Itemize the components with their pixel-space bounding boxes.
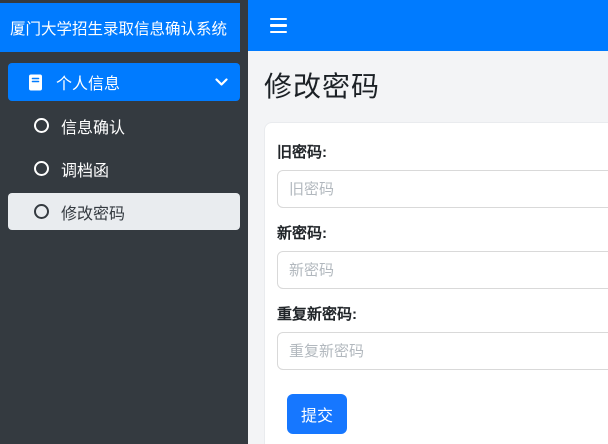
hamburger-icon[interactable]	[268, 14, 289, 38]
new-password-field[interactable]	[277, 251, 608, 289]
sidebar-item-label: 个人信息	[56, 70, 120, 94]
sidebar-item-label: 信息确认	[61, 114, 125, 138]
sidebar-item-label: 调档函	[61, 157, 109, 181]
sidebar-item-info-confirm[interactable]: 信息确认	[8, 107, 240, 144]
submit-button[interactable]: 提交	[287, 394, 347, 434]
sidebar-nav: 个人信息 信息确认 调档函 修改密码	[8, 63, 240, 230]
circle-icon	[34, 118, 49, 133]
sidebar-item-label: 修改密码	[61, 200, 125, 224]
book-icon	[26, 73, 45, 92]
change-password-card: 旧密码: 新密码: 重复新密码: 提交	[264, 122, 608, 444]
repeat-password-field[interactable]	[277, 332, 608, 370]
brand-title: 厦门大学招生录取信息确认系统	[10, 17, 227, 39]
sidebar-item-change-password[interactable]: 修改密码	[8, 193, 240, 230]
old-password-field[interactable]	[277, 170, 608, 208]
topbar	[248, 0, 608, 51]
change-password-form: 旧密码: 新密码: 重复新密码: 提交	[277, 141, 608, 434]
circle-icon	[34, 161, 49, 176]
repeat-password-label: 重复新密码:	[277, 303, 608, 324]
brand-link[interactable]: 厦门大学招生录取信息确认系统	[0, 3, 240, 52]
sidebar-item-transfer-letter[interactable]: 调档函	[8, 150, 240, 187]
sidebar-item-personal-info[interactable]: 个人信息	[8, 63, 240, 101]
sidebar: 厦门大学招生录取信息确认系统 个人信息 信息确认 调	[0, 0, 248, 444]
old-password-label: 旧密码:	[277, 141, 608, 162]
chevron-down-icon	[215, 78, 228, 87]
main-content: 修改密码 旧密码: 新密码: 重复新密码: 提交	[248, 51, 608, 444]
page-title: 修改密码	[264, 65, 608, 105]
circle-icon	[34, 204, 49, 219]
new-password-label: 新密码:	[277, 222, 608, 243]
